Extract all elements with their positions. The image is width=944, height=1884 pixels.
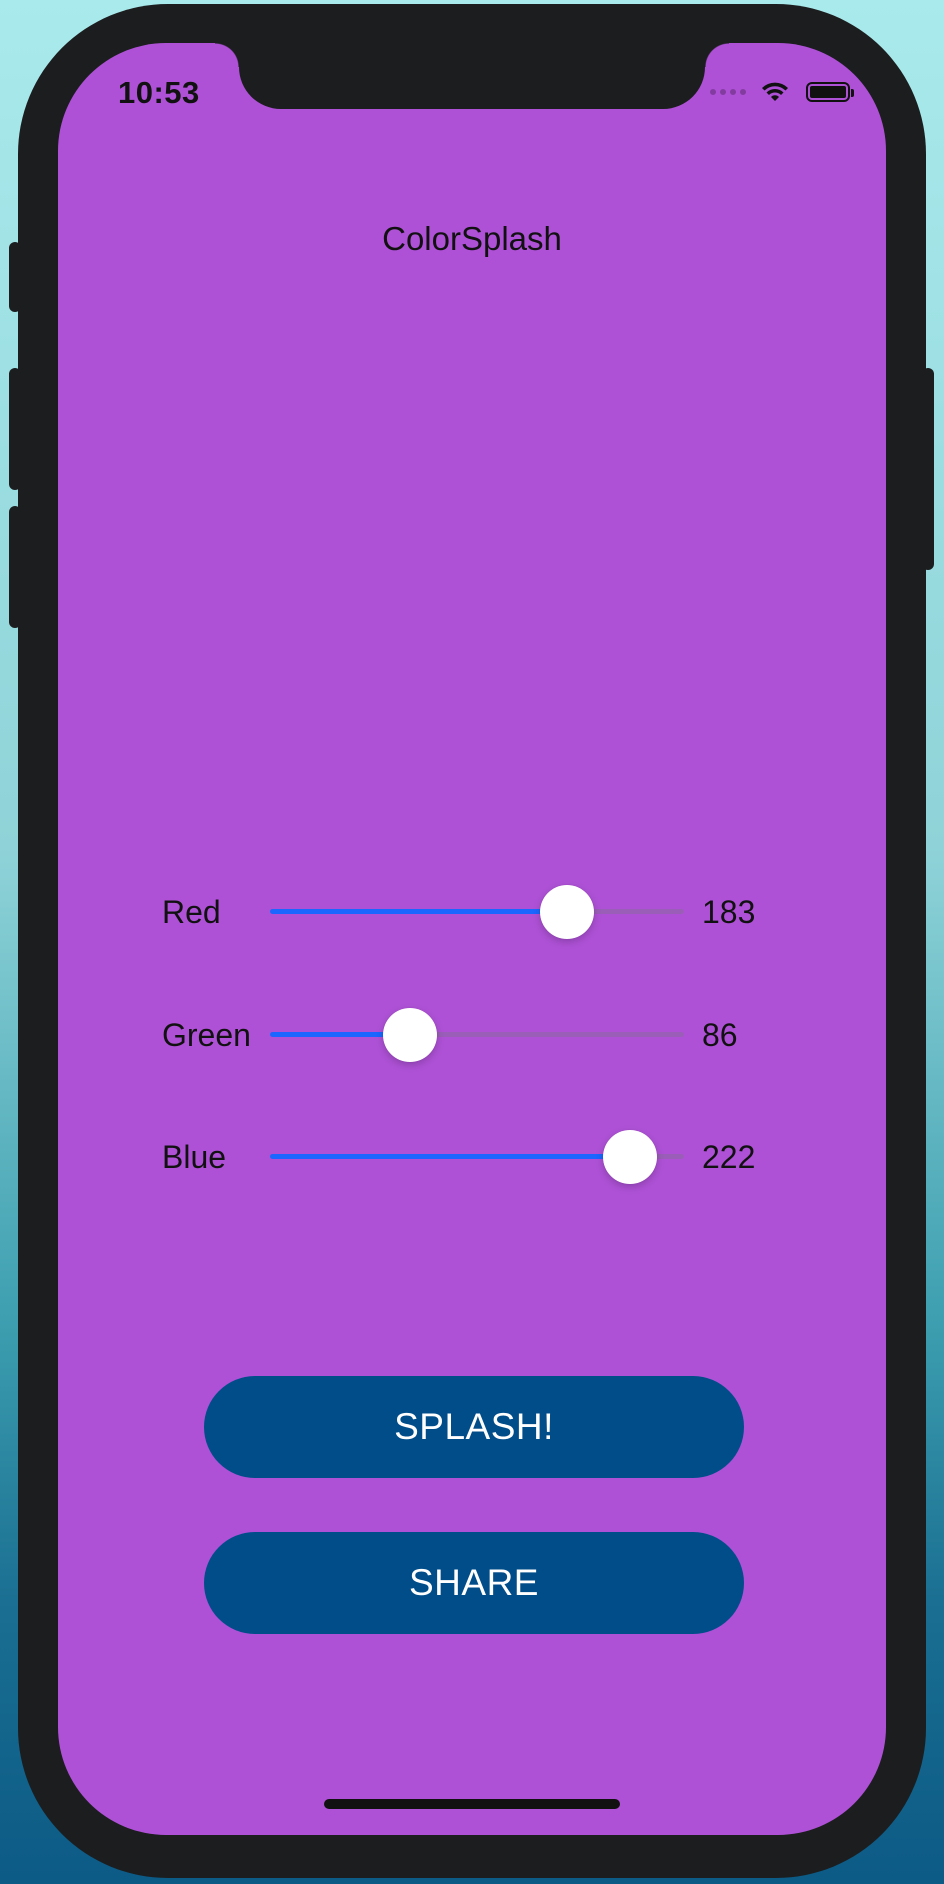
share-button[interactable]: SHARE (204, 1532, 744, 1634)
slider-thumb[interactable] (540, 885, 595, 939)
red-slider[interactable] (270, 885, 684, 939)
status-time: 10:53 (118, 75, 200, 110)
phone-volume-up-button (9, 368, 21, 490)
signal-dots-icon (710, 89, 746, 95)
phone-power-button (922, 368, 934, 570)
slider-row-blue: Blue 222 (162, 1126, 802, 1186)
status-icons (710, 81, 854, 103)
splash-button[interactable]: SPLASH! (204, 1376, 744, 1478)
slider-value: 183 (702, 894, 756, 930)
notch (215, 43, 729, 109)
slider-row-green: Green 86 (162, 1004, 802, 1064)
app-screen: 10:53 ColorSplash Red 183 Green 86 Blue (58, 43, 886, 1835)
slider-label: Green (162, 1017, 251, 1053)
wifi-icon (762, 82, 788, 101)
slider-row-red: Red 183 (162, 881, 802, 941)
blue-slider[interactable] (270, 1130, 684, 1184)
slider-value: 222 (702, 1139, 756, 1175)
slider-label: Red (162, 894, 221, 930)
slider-fill (270, 1154, 631, 1159)
slider-value: 86 (702, 1017, 738, 1053)
slider-thumb[interactable] (603, 1130, 658, 1184)
app-title: ColorSplash (382, 220, 562, 257)
home-indicator (324, 1799, 620, 1809)
slider-label: Blue (162, 1139, 227, 1175)
phone-volume-down-button (9, 506, 21, 628)
green-slider[interactable] (270, 1008, 684, 1062)
slider-thumb[interactable] (382, 1008, 437, 1062)
phone-silent-switch (9, 242, 21, 312)
slider-fill (270, 909, 568, 914)
battery-icon (806, 82, 854, 102)
